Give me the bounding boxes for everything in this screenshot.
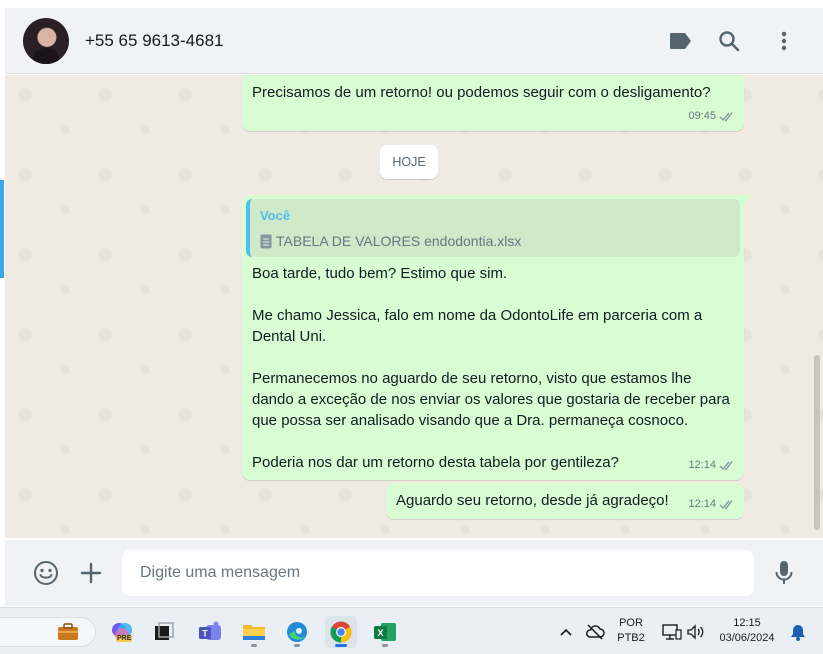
message-meta: 12:14 [688,494,736,515]
message-composer [5,540,823,606]
cloud-off-icon[interactable] [579,616,611,648]
message-text: Precisamos de um retorno! ou podemos seg… [252,84,711,101]
system-clock[interactable]: 12:15 03/06/2024 [712,616,782,646]
outgoing-message[interactable]: Aguardo seu retorno, desde já agradeço! … [386,483,744,519]
running-indicator [335,644,347,647]
taskview-icon[interactable] [148,616,180,648]
microphone-icon[interactable] [770,559,798,587]
excel-icon[interactable]: X [369,616,401,648]
input-language[interactable]: POR PTB2 [614,616,648,646]
document-icon [260,234,272,249]
quoted-message[interactable]: Você TABELA DE VALORES endodontia.xlsx [246,199,740,257]
teams-icon[interactable]: T [194,616,226,648]
quote-author: Você [260,208,291,223]
input-language-bottom: PTB2 [617,632,645,644]
svg-text:T: T [202,629,208,639]
outgoing-message[interactable]: Você TABELA DE VALORES endodontia.xlsx B… [242,195,744,480]
bubble-tail [744,195,753,204]
windows-taskbar: PRE T X POR PTB2 12:15 03/06/2024 [0,607,823,654]
notification-bell-icon[interactable] [782,616,814,648]
svg-text:X: X [377,628,383,638]
message-input[interactable] [122,550,754,596]
menu-icon[interactable] [771,28,797,54]
message-meta: 12:14 [688,455,736,476]
running-indicator [294,644,300,647]
sidebar-selection-accent [0,180,4,278]
message-time: 09:45 [688,110,716,122]
outgoing-message[interactable]: Precisamos de um retorno! ou podemos seg… [242,75,744,131]
clock-time: 12:15 [733,617,761,629]
work-icon[interactable] [52,616,84,648]
double-check-icon [719,112,733,122]
search-icon[interactable] [716,28,742,54]
volume-icon[interactable] [680,616,712,648]
message-list[interactable]: Precisamos de um retorno! ou podemos seg… [5,75,823,538]
contact-name[interactable]: +55 65 9613-4681 [85,31,224,51]
emoji-icon[interactable] [32,559,60,587]
plus-icon[interactable] [77,559,105,587]
date-divider: HOJE [380,145,438,179]
chat-scrollbar[interactable] [814,355,820,530]
running-indicator [251,644,257,647]
clock-date: 03/06/2024 [719,632,775,644]
edge-icon[interactable] [281,616,313,648]
copilot-badge: PRE [116,635,133,642]
file-explorer-icon[interactable] [238,616,270,648]
chat-header: +55 65 9613-4681 [5,8,823,74]
message-text: Boa tarde, tudo bem? Estimo que sim. Me … [252,265,730,471]
double-check-icon [719,461,733,471]
message-text: Aguardo seu retorno, desde já agradeço! [396,492,669,509]
input-language-top: POR [619,617,643,629]
contact-avatar[interactable] [23,18,69,64]
chrome-icon[interactable] [325,616,357,648]
quoted-file: TABELA DE VALORES endodontia.xlsx [260,231,730,252]
running-indicator [382,644,388,647]
double-check-icon [719,500,733,510]
quoted-file-name: TABELA DE VALORES endodontia.xlsx [276,233,522,249]
message-meta: 09:45 [688,106,736,127]
copilot-icon[interactable]: PRE [106,616,138,648]
taskbar-search[interactable] [0,617,96,647]
message-time: 12:14 [688,459,716,471]
label-icon[interactable] [668,28,694,54]
chevron-up-icon[interactable] [550,616,582,648]
message-time: 12:14 [688,498,716,510]
